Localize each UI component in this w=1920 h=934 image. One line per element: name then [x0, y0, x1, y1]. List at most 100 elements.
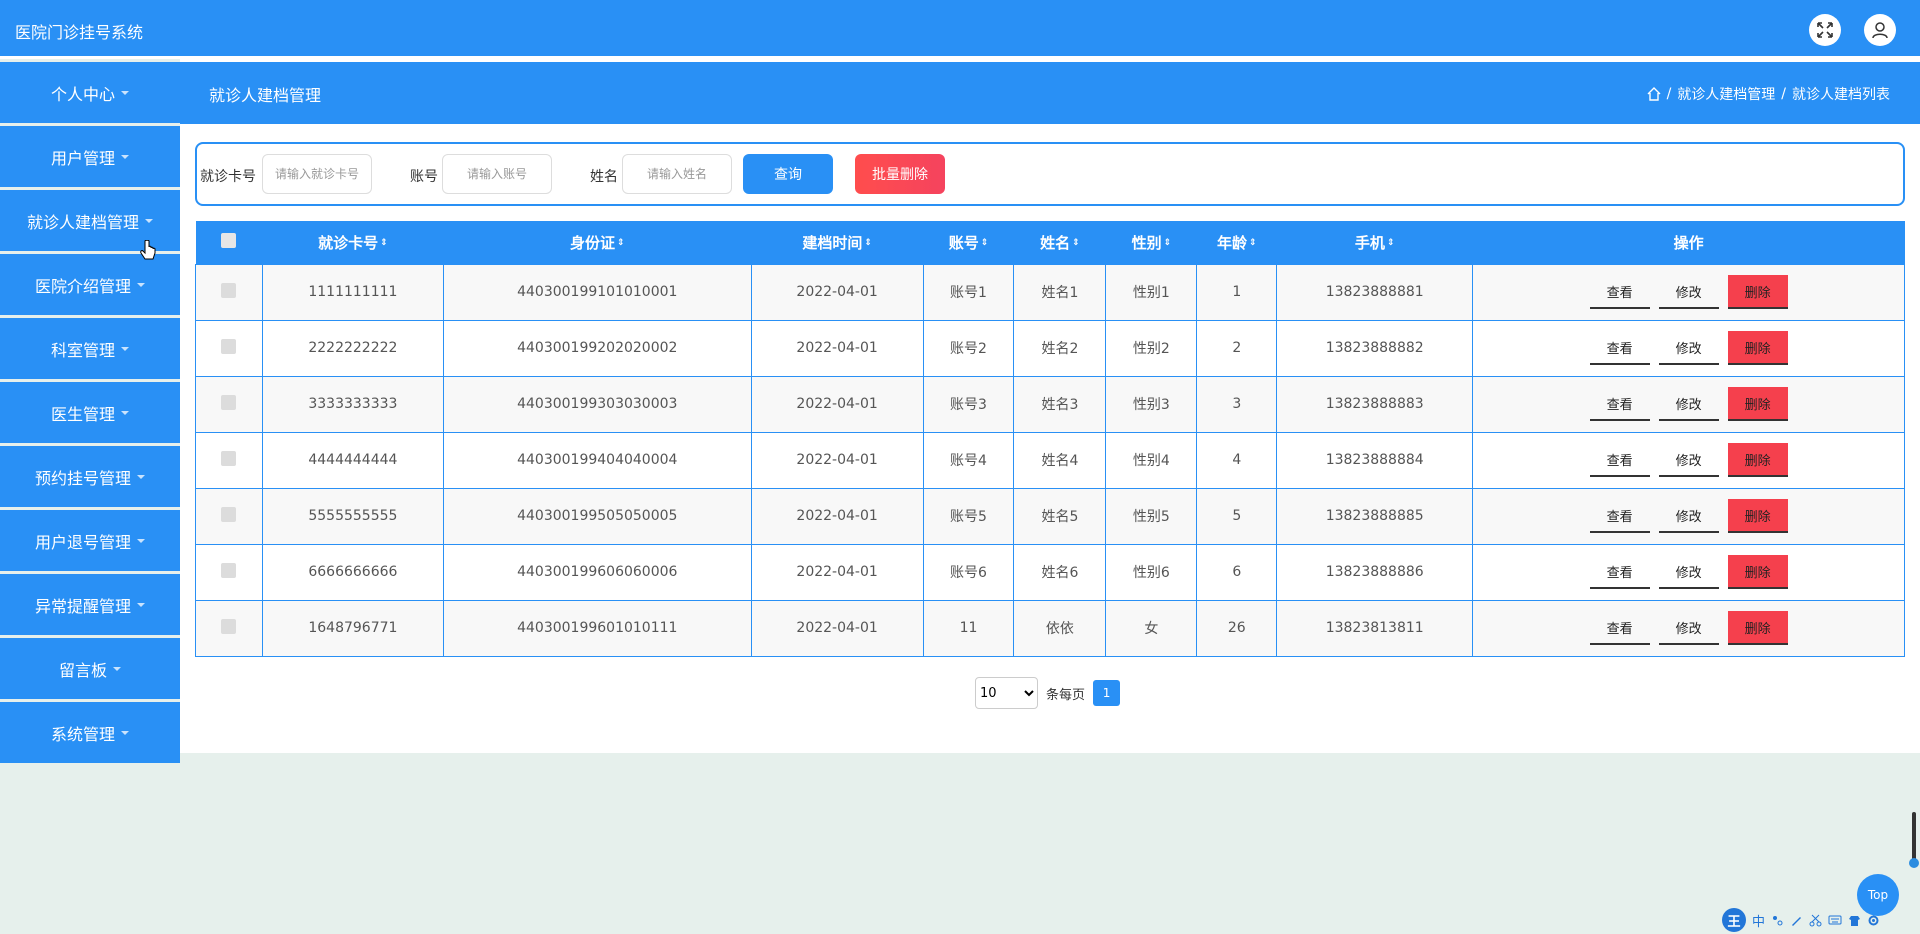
view-button[interactable]: 查看	[1589, 443, 1650, 477]
column-header-label: 姓名	[1040, 233, 1071, 252]
cell-id-card: 440300199303030003	[442, 375, 752, 433]
ime-logo-icon[interactable]: 王	[1722, 908, 1746, 932]
cell-card-number: 2222222222	[261, 319, 444, 377]
sort-icon[interactable]: ⇕	[981, 239, 989, 248]
edit-button[interactable]: 修改	[1658, 611, 1719, 645]
cell-age: 26	[1196, 599, 1278, 657]
column-header-gender[interactable]: 性别 ⇕	[1105, 221, 1197, 264]
card-number-input[interactable]	[262, 154, 372, 194]
column-header-age[interactable]: 年龄 ⇕	[1196, 221, 1277, 264]
caret-down-icon	[121, 410, 129, 415]
table-row: 6666666666 440300199606060006 2022-04-01 账号…	[195, 543, 1905, 601]
row-checkbox[interactable]	[221, 618, 237, 634]
sidebar-item-doctor[interactable]: 医生管理	[0, 382, 180, 443]
settings-icon[interactable]	[1867, 914, 1880, 927]
sidebar-item-anomaly-alert[interactable]: 异常提醒管理	[0, 574, 180, 635]
fullscreen-button[interactable]	[1809, 14, 1841, 46]
cell-account: 账号5	[922, 487, 1015, 545]
column-header-account[interactable]: 账号 ⇕	[923, 221, 1014, 264]
view-button[interactable]: 查看	[1589, 555, 1650, 589]
sort-icon[interactable]: ⇕	[1072, 239, 1080, 248]
keyboard-icon[interactable]	[1828, 914, 1842, 926]
name-input[interactable]	[622, 154, 732, 194]
select-all-checkbox[interactable]	[221, 232, 237, 248]
sidebar-item-hospital-intro[interactable]: 医院介绍管理	[0, 254, 180, 315]
edit-button[interactable]: 修改	[1658, 275, 1719, 309]
delete-button[interactable]: 删除	[1727, 499, 1788, 533]
column-header-phone[interactable]: 手机 ⇕	[1276, 221, 1473, 264]
caret-down-icon	[137, 282, 145, 287]
sidebar-item-department[interactable]: 科室管理	[0, 318, 180, 379]
view-button[interactable]: 查看	[1589, 331, 1650, 365]
scrollbar-thumb[interactable]	[1912, 812, 1916, 864]
row-checkbox[interactable]	[221, 338, 237, 354]
column-header-label: 账号	[948, 233, 979, 252]
view-button[interactable]: 查看	[1589, 387, 1650, 421]
delete-button[interactable]: 删除	[1727, 555, 1788, 589]
ime-mode-indicator[interactable]: 中	[1752, 911, 1765, 930]
delete-button[interactable]: 删除	[1727, 387, 1788, 421]
edit-button[interactable]: 修改	[1658, 331, 1719, 365]
query-button[interactable]: 查询	[743, 154, 833, 194]
column-header-name[interactable]: 姓名 ⇕	[1013, 221, 1106, 264]
column-header-label: 性别	[1131, 233, 1162, 252]
edit-button[interactable]: 修改	[1658, 443, 1719, 477]
sidebar-item-system[interactable]: 系统管理	[0, 702, 180, 763]
main-content: 就诊人建档管理 / 就诊人建档管理 / 就诊人建档列表 就诊卡号 账号 姓名 查…	[180, 59, 1920, 753]
account-input[interactable]	[442, 154, 552, 194]
sort-icon[interactable]: ⇕	[617, 239, 625, 248]
column-header-card-number[interactable]: 就诊卡号 ⇕	[262, 221, 444, 264]
page-size-select[interactable]: 10	[975, 677, 1038, 709]
breadcrumb-item[interactable]: 就诊人建档管理	[1677, 84, 1775, 104]
sidebar-item-personal-center[interactable]: 个人中心	[0, 62, 180, 123]
delete-button[interactable]: 删除	[1727, 331, 1788, 365]
edit-button[interactable]: 修改	[1658, 387, 1719, 421]
scrollbar-indicator	[1909, 858, 1919, 868]
row-select-cell	[195, 487, 263, 545]
home-icon[interactable]	[1647, 87, 1661, 101]
cell-age: 2	[1196, 319, 1278, 377]
sidebar-item-cancellation[interactable]: 用户退号管理	[0, 510, 180, 571]
sort-icon[interactable]: ⇕	[864, 239, 872, 248]
row-checkbox[interactable]	[221, 394, 237, 410]
scissors-icon[interactable]	[1809, 914, 1822, 927]
view-button[interactable]: 查看	[1589, 499, 1650, 533]
row-checkbox[interactable]	[221, 562, 237, 578]
row-checkbox[interactable]	[221, 450, 237, 466]
row-select-cell	[195, 319, 263, 377]
delete-button[interactable]: 删除	[1727, 611, 1788, 645]
delete-button[interactable]: 删除	[1727, 443, 1788, 477]
delete-button[interactable]: 删除	[1727, 275, 1788, 309]
sidebar-item-message-board[interactable]: 留言板	[0, 638, 180, 699]
cell-name: 姓名6	[1013, 543, 1107, 601]
shirt-icon[interactable]	[1848, 914, 1861, 927]
view-button[interactable]: 查看	[1589, 611, 1650, 645]
sort-icon[interactable]: ⇕	[1249, 239, 1257, 248]
cell-record-time: 2022-04-01	[750, 431, 924, 489]
sort-icon[interactable]: ⇕	[1164, 239, 1172, 248]
user-button[interactable]	[1864, 14, 1896, 46]
sort-icon[interactable]: ⇕	[1387, 239, 1395, 248]
batch-delete-button[interactable]: 批量删除	[855, 154, 945, 194]
patient-records-table: 就诊卡号 ⇕ 身份证 ⇕ 建档时间 ⇕ 账号 ⇕ 姓名 ⇕ 性别 ⇕ 年龄 ⇕ 手机 ⇕ 操作 …	[195, 221, 1905, 657]
column-header-record-time[interactable]: 建档时间 ⇕	[751, 221, 924, 264]
sidebar-item-appointment[interactable]: 预约挂号管理	[0, 446, 180, 507]
cell-name: 姓名1	[1013, 263, 1107, 321]
pen-icon[interactable]	[1790, 914, 1803, 927]
edit-button[interactable]: 修改	[1658, 555, 1719, 589]
row-checkbox[interactable]	[221, 506, 237, 522]
view-button[interactable]: 查看	[1589, 275, 1650, 309]
sort-icon[interactable]: ⇕	[380, 239, 388, 248]
page-header: 就诊人建档管理 / 就诊人建档管理 / 就诊人建档列表	[180, 62, 1920, 124]
column-header-id-card[interactable]: 身份证 ⇕	[443, 221, 752, 264]
page-number-current[interactable]: 1	[1093, 680, 1121, 706]
sidebar-item-user-management[interactable]: 用户管理	[0, 126, 180, 187]
row-checkbox[interactable]	[221, 282, 237, 298]
edit-button[interactable]: 修改	[1658, 499, 1719, 533]
cell-gender: 女	[1105, 599, 1198, 657]
cell-id-card: 440300199404040004	[442, 431, 752, 489]
punctuation-icon[interactable]	[1771, 914, 1784, 927]
cell-phone: 13823888885	[1276, 487, 1474, 545]
cell-card-number: 6666666666	[261, 543, 444, 601]
sidebar-item-label: 科室管理	[50, 340, 115, 360]
